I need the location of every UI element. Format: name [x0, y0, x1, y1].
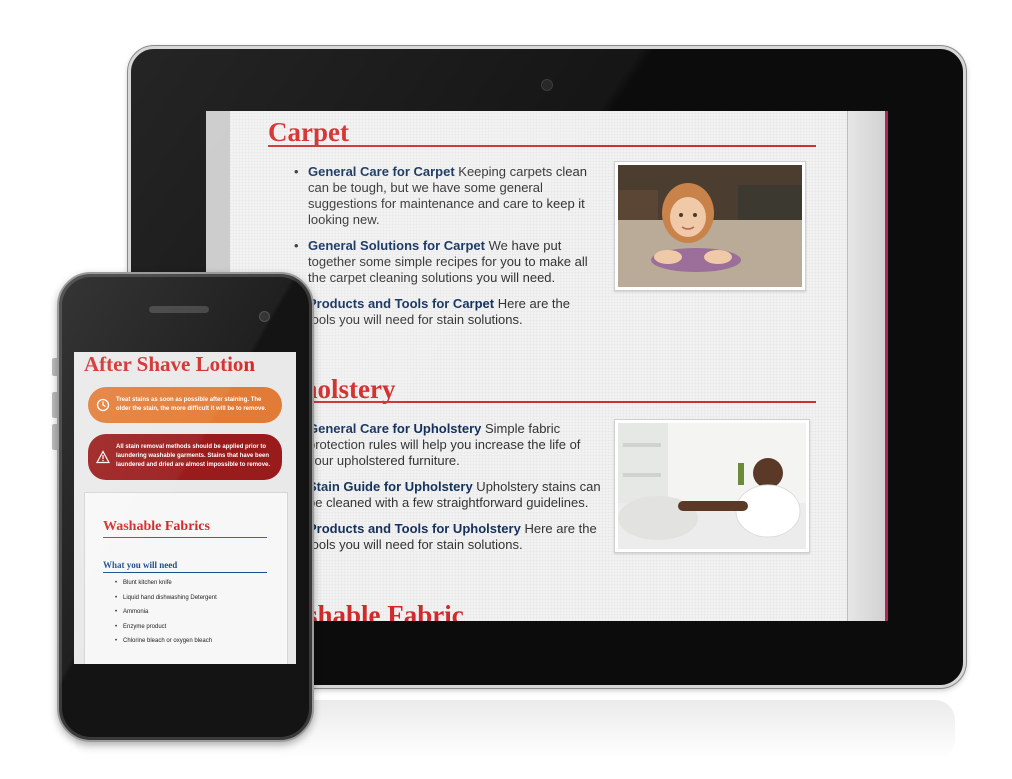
- washable-fabrics-card: Washable Fabrics What you will need Blun…: [84, 492, 288, 664]
- card-subtitle: What you will need: [103, 560, 178, 570]
- tip-red-text: All stain removal methods should be appl…: [116, 444, 271, 468]
- link-general-care-carpet[interactable]: General Care for Carpet: [308, 164, 455, 179]
- page-title: After Shave Lotion: [84, 352, 256, 376]
- warning-icon: [96, 450, 110, 464]
- card-title: Washable Fabrics: [103, 519, 210, 534]
- link-products-tools-carpet[interactable]: Products and Tools for Carpet: [308, 296, 494, 311]
- tablet-page: Carpet General Care for Carpet Keeping c…: [230, 111, 848, 621]
- link-general-care-upholstery[interactable]: General Care for Upholstery: [308, 421, 481, 436]
- phone-screen: After Shave Lotion Treat stains as soon …: [74, 352, 296, 664]
- carpet-list: General Care for Carpet Keeping carpets …: [294, 164, 594, 338]
- list-item: Products and Tools for Upholstery Here a…: [294, 521, 604, 553]
- tablet-page-edge: [847, 111, 888, 621]
- man-on-sofa-image: [618, 423, 806, 549]
- card-subtitle-rule: [103, 572, 267, 573]
- section-title-carpet: Carpet: [268, 117, 349, 147]
- link-general-solutions-carpet[interactable]: General Solutions for Carpet: [308, 238, 485, 253]
- section-rule: [268, 145, 816, 147]
- section-rule: [268, 401, 816, 403]
- list-item: Chlorine bleach or oxygen bleach: [115, 634, 217, 649]
- link-stain-guide-upholstery[interactable]: Stain Guide for Upholstery: [308, 479, 473, 494]
- carpet-photo: [614, 161, 806, 291]
- list-item: Products and Tools for Carpet Here are t…: [294, 296, 594, 328]
- supplies-list: Blunt kitchen knife Liquid hand dishwash…: [115, 576, 217, 649]
- list-item: Ammonia: [115, 605, 217, 620]
- clock-icon: [96, 398, 110, 412]
- tip-orange-text: Treat stains as soon as possible after s…: [116, 397, 267, 412]
- upholstery-list: General Care for Upholstery Simple fabri…: [294, 421, 604, 563]
- list-item: Enzyme product: [115, 620, 217, 635]
- list-item: General Care for Carpet Keeping carpets …: [294, 164, 594, 228]
- phone-device: After Shave Lotion Treat stains as soon …: [57, 272, 314, 742]
- tip-orange: Treat stains as soon as possible after s…: [88, 387, 282, 423]
- link-products-tools-upholstery[interactable]: Products and Tools for Upholstery: [308, 521, 521, 536]
- list-item: General Solutions for Carpet We have put…: [294, 238, 594, 286]
- child-on-carpet-image: [618, 165, 802, 287]
- tip-red: All stain removal methods should be appl…: [88, 434, 282, 480]
- list-item: Blunt kitchen knife: [115, 576, 217, 591]
- phone-speaker: [149, 306, 209, 313]
- phone-camera: [259, 311, 270, 322]
- card-title-rule: [103, 537, 267, 538]
- upholstery-photo: [614, 419, 810, 553]
- list-item: General Care for Upholstery Simple fabri…: [294, 421, 604, 469]
- list-item: Liquid hand dishwashing Detergent: [115, 591, 217, 606]
- tablet-camera: [541, 79, 553, 91]
- list-item: Stain Guide for Upholstery Upholstery st…: [294, 479, 604, 511]
